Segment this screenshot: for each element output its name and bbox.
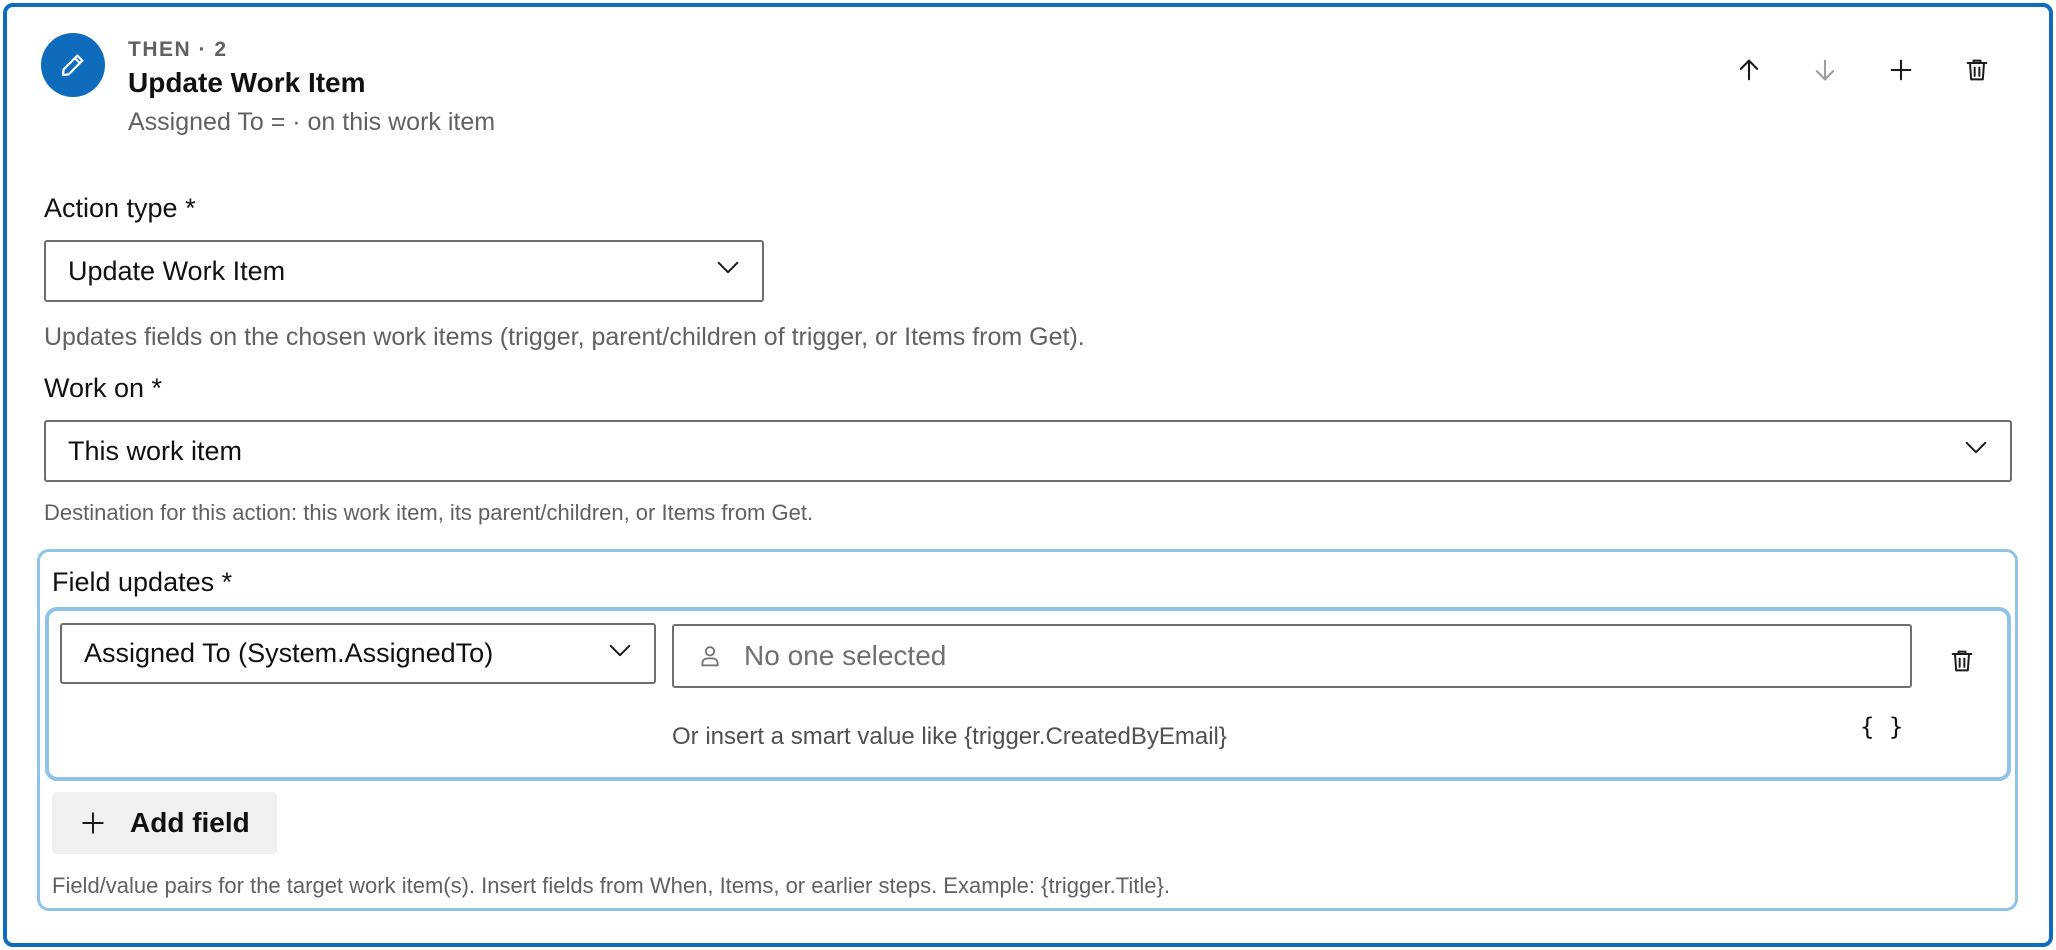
chevron-down-icon <box>714 254 742 289</box>
step-kind: THEN · 2 <box>128 38 228 61</box>
step-title: Update Work Item <box>128 67 366 98</box>
action-type-label: Action type * <box>44 193 196 223</box>
person-icon <box>696 642 724 670</box>
step-summary: Assigned To = · on this work item <box>128 108 496 136</box>
arrow-down-icon <box>1811 56 1839 84</box>
add-step-button[interactable] <box>1881 50 1921 90</box>
chevron-down-icon <box>1962 434 1990 469</box>
move-up-button[interactable] <box>1729 50 1769 90</box>
plus-icon <box>1887 56 1915 84</box>
action-type-value: Update Work Item <box>68 255 286 286</box>
work-on-label: Work on * <box>44 373 163 403</box>
plus-icon <box>80 810 106 836</box>
pencil-icon <box>41 33 105 97</box>
action-type-description: Updates fields on the chosen work items … <box>44 323 1085 351</box>
delete-step-button[interactable] <box>1957 50 1997 90</box>
field-select-value: Assigned To (System.AssignedTo) <box>84 638 494 668</box>
move-down-button[interactable] <box>1805 50 1845 90</box>
add-field-button[interactable]: Add field <box>52 792 277 854</box>
insert-smart-value-button[interactable]: { } <box>1860 713 1903 741</box>
work-on-select[interactable]: This work item <box>44 420 2012 482</box>
assignee-input[interactable]: No one selected <box>672 624 1912 688</box>
add-field-label: Add field <box>130 807 250 838</box>
smart-value-hint: Or insert a smart value like {trigger.Cr… <box>672 723 1227 750</box>
chevron-down-icon <box>606 636 634 671</box>
trash-icon <box>1963 56 1991 84</box>
field-updates-description: Field/value pairs for the target work it… <box>52 873 1170 898</box>
arrow-up-icon <box>1735 56 1763 84</box>
delete-field-button[interactable] <box>1942 641 1982 681</box>
action-type-select[interactable]: Update Work Item <box>44 240 764 302</box>
trash-icon <box>1948 647 1976 675</box>
field-updates-label: Field updates * <box>52 567 233 597</box>
field-select[interactable]: Assigned To (System.AssignedTo) <box>60 623 656 684</box>
work-on-value: This work item <box>68 435 243 466</box>
assignee-placeholder: No one selected <box>744 640 947 671</box>
work-on-description: Destination for this action: this work i… <box>44 500 814 525</box>
